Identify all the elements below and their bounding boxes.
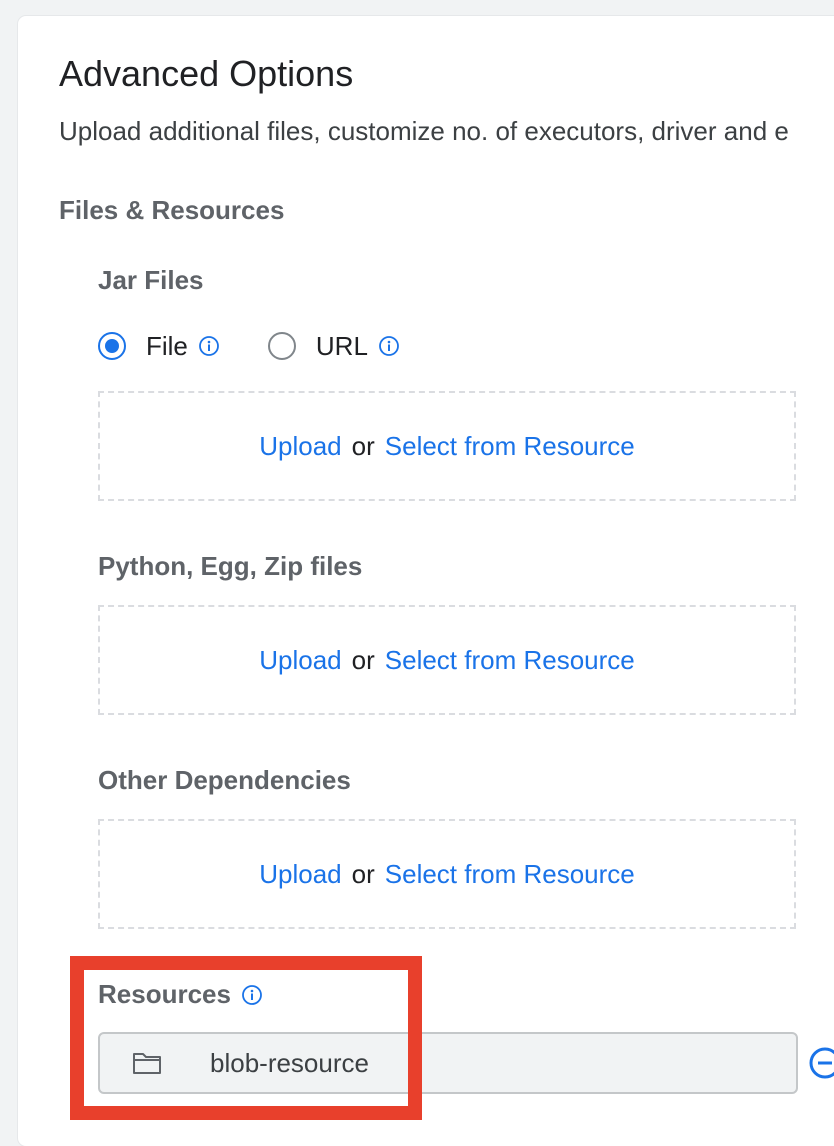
other-dependencies-label: Other Dependencies: [98, 765, 351, 795]
python-files-dropzone[interactable]: Upload or Select from Resource: [98, 605, 796, 715]
select-from-resource-link[interactable]: Select from Resource: [385, 431, 635, 462]
or-text: or: [351, 644, 375, 675]
upload-link[interactable]: Upload: [259, 431, 341, 462]
file-radio[interactable]: [98, 332, 126, 360]
jar-source-radio-group: File URL: [98, 329, 400, 363]
files-resources-heading: Files & Resources: [59, 195, 285, 225]
file-radio-label[interactable]: File: [146, 331, 188, 362]
jar-files-label: Jar Files: [98, 265, 204, 295]
info-icon[interactable]: [378, 335, 400, 357]
other-dependencies-dropzone[interactable]: Upload or Select from Resource: [98, 819, 796, 929]
remove-icon[interactable]: [808, 1046, 834, 1080]
python-files-label: Python, Egg, Zip files: [98, 551, 363, 581]
page-title: Advanced Options: [59, 53, 354, 94]
url-radio[interactable]: [267, 332, 296, 360]
jar-files-dropzone[interactable]: Upload or Select from Resource: [98, 391, 796, 501]
page-subtitle: Upload additional files, customize no. o…: [59, 116, 789, 146]
upload-link[interactable]: Upload: [259, 645, 341, 676]
or-text: or: [351, 430, 375, 461]
or-text: or: [351, 858, 375, 889]
select-from-resource-link[interactable]: Select from Resource: [385, 645, 635, 676]
select-from-resource-link[interactable]: Select from Resource: [385, 859, 635, 890]
info-icon[interactable]: [198, 335, 220, 357]
url-radio-label[interactable]: URL: [316, 331, 368, 362]
highlight-box: [70, 956, 422, 1120]
upload-link[interactable]: Upload: [259, 859, 341, 890]
